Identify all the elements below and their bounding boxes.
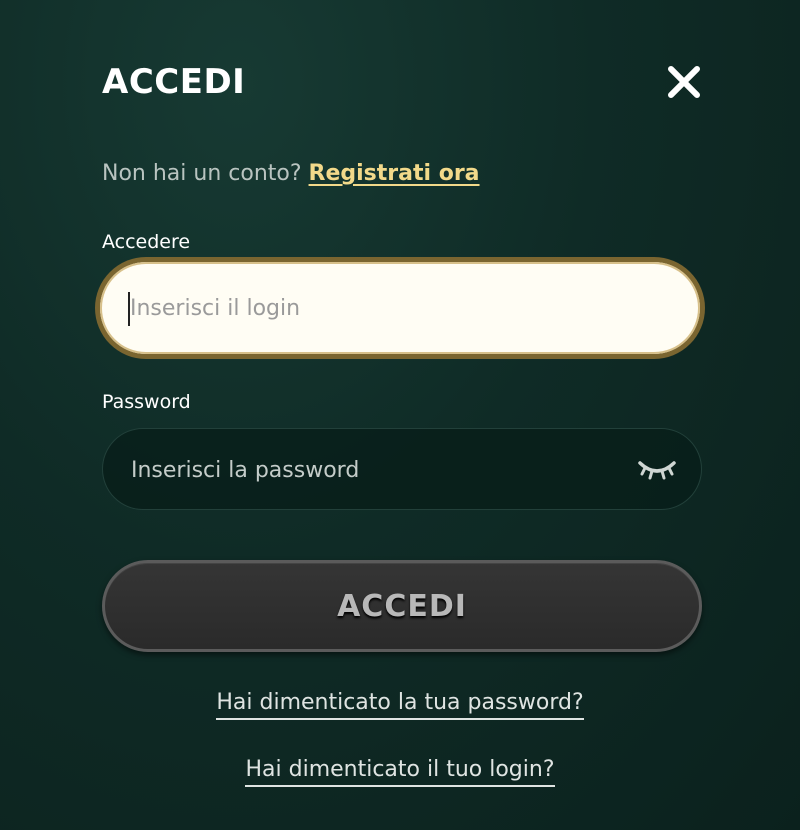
password-field-label: Password: [102, 391, 191, 413]
login-input[interactable]: [126, 262, 674, 354]
eye-closed-icon: [638, 461, 676, 480]
password-input[interactable]: [129, 429, 613, 511]
modal-title: ACCEDI: [102, 62, 246, 102]
forgot-password-row: Hai dimenticato la tua password?: [0, 688, 800, 720]
forgot-login-link[interactable]: Hai dimenticato il tuo login?: [245, 757, 555, 787]
forgot-password-link[interactable]: Hai dimenticato la tua password?: [216, 690, 584, 720]
signup-prompt-row: Non hai un conto? Registrati ora: [102, 158, 480, 190]
close-button[interactable]: [664, 62, 704, 102]
show-password-toggle[interactable]: [637, 455, 677, 483]
password-field-container: [102, 428, 702, 511]
login-submit-button[interactable]: ACCEDI: [102, 560, 702, 652]
signup-prompt: Non hai un conto?: [102, 161, 302, 186]
forgot-login-row: Hai dimenticato il tuo login?: [0, 755, 800, 787]
login-modal: ACCEDI Non hai un conto? Registrati ora …: [0, 0, 800, 830]
login-field-container: [100, 262, 700, 354]
register-now-link[interactable]: Registrati ora: [309, 161, 480, 186]
login-field-label: Accedere: [102, 231, 191, 253]
close-icon: [668, 66, 700, 98]
text-caret: [128, 292, 130, 326]
